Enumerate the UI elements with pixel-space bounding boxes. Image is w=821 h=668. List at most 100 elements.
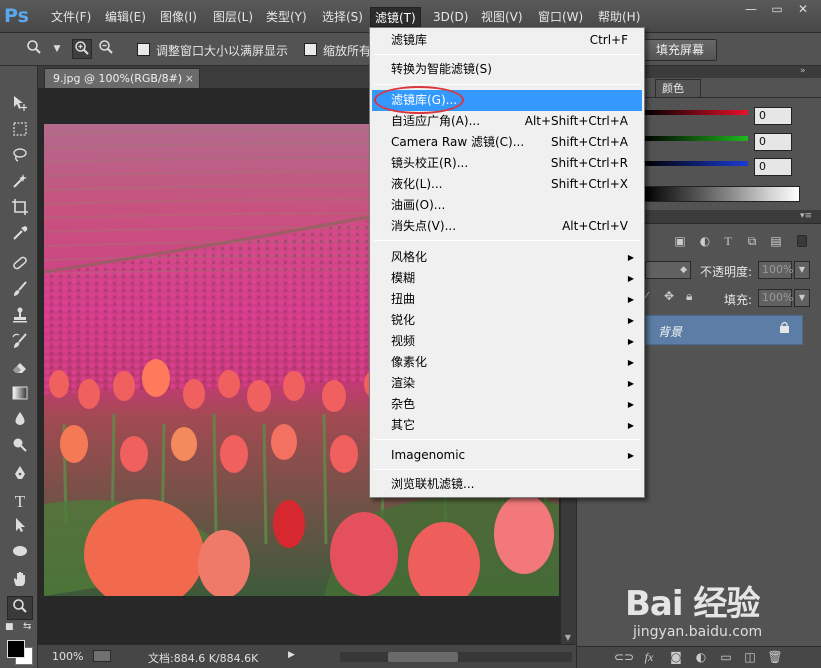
horizontal-scroll-thumb[interactable] xyxy=(388,652,458,662)
menu-item-render[interactable]: 渲染 ▶ xyxy=(372,373,642,394)
menu-item-pixelate[interactable]: 像素化 ▶ xyxy=(372,352,642,373)
type-tool-icon[interactable]: T xyxy=(7,490,33,514)
opacity-input[interactable]: 100% xyxy=(758,261,793,279)
menu-item-convert-smart-filter[interactable]: 转换为智能滤镜(S) xyxy=(372,59,642,80)
menu-item-lens-correction[interactable]: 镜头校正(R)... Shift+Ctrl+R xyxy=(372,153,642,174)
type-filter-icon[interactable]: T xyxy=(720,233,736,249)
menu-select[interactable]: 选择(S) xyxy=(320,7,365,27)
add-mask-icon[interactable]: ◙ xyxy=(668,649,684,665)
image-filter-icon[interactable]: ▣ xyxy=(672,233,688,249)
chevron-down-icon[interactable]: ▼ xyxy=(794,261,810,279)
lock-pixels-icon[interactable]: ⁄ xyxy=(645,290,647,304)
green-value-input[interactable]: 0 xyxy=(754,133,792,151)
group-icon[interactable]: ▭ xyxy=(718,649,734,665)
menu-item-distort[interactable]: 扭曲 ▶ xyxy=(372,289,642,310)
menu-item-adaptive-wide-angle[interactable]: 自适应广角(A)... Alt+Shift+Ctrl+A xyxy=(372,111,642,132)
fill-screen-button[interactable]: 填充屏幕 xyxy=(643,39,718,61)
zoom-level[interactable]: 100% xyxy=(52,650,83,663)
menu-item-sharpen[interactable]: 锐化 ▶ xyxy=(372,310,642,331)
adjustment-layer-icon[interactable]: ◐ xyxy=(693,649,709,665)
filter-toggle[interactable] xyxy=(797,235,807,247)
shape-filter-icon[interactable]: ⧉ xyxy=(744,233,760,249)
gradient-tool-icon[interactable] xyxy=(7,384,33,408)
chevron-down-icon[interactable]: ▼ xyxy=(47,39,67,59)
dodge-tool-icon[interactable] xyxy=(7,436,33,460)
move-tool-icon[interactable] xyxy=(7,94,33,118)
pen-tool-icon[interactable] xyxy=(7,464,33,488)
blend-mode-select[interactable]: ◆ xyxy=(645,261,691,279)
blue-slider[interactable] xyxy=(644,161,748,166)
menu-window[interactable]: 窗口(W) xyxy=(536,7,585,27)
clone-stamp-icon[interactable] xyxy=(7,306,33,330)
fill-input[interactable]: 100% xyxy=(758,289,793,307)
healing-brush-icon[interactable] xyxy=(7,254,33,278)
default-colors-icon[interactable]: ■ xyxy=(5,622,19,634)
close-icon[interactable]: × xyxy=(185,69,194,88)
new-layer-icon[interactable]: ◫ xyxy=(742,649,758,665)
menu-item-camera-raw[interactable]: Camera Raw 滤镜(C)... Shift+Ctrl+A xyxy=(372,132,642,153)
zoom-all-checkbox[interactable] xyxy=(304,43,317,56)
menu-image[interactable]: 图像(I) xyxy=(158,7,199,27)
menu-edit[interactable]: 编辑(E) xyxy=(103,7,148,27)
blur-tool-icon[interactable] xyxy=(7,410,33,434)
proof-icon[interactable] xyxy=(93,650,111,662)
marquee-tool-icon[interactable] xyxy=(7,120,33,144)
chevron-down-icon[interactable]: ▼ xyxy=(794,289,810,307)
zoom-out-icon[interactable] xyxy=(96,39,116,59)
eraser-icon[interactable] xyxy=(7,358,33,382)
menu-view[interactable]: 视图(V) xyxy=(479,7,525,27)
swap-colors-icon[interactable]: ⇆ xyxy=(23,621,37,633)
ellipse-tool-icon[interactable] xyxy=(7,542,33,566)
menu-file[interactable]: 文件(F) xyxy=(49,7,93,27)
path-selection-icon[interactable] xyxy=(7,516,33,540)
magic-wand-icon[interactable] xyxy=(7,172,33,196)
crop-tool-icon[interactable] xyxy=(7,198,33,222)
menu-item-other[interactable]: 其它 ▶ xyxy=(372,415,642,436)
fx-icon[interactable]: fx xyxy=(641,649,657,665)
menu-item-noise[interactable]: 杂色 ▶ xyxy=(372,394,642,415)
scroll-down-icon[interactable]: ▼ xyxy=(562,633,574,643)
menu-item-blur[interactable]: 模糊 ▶ xyxy=(372,268,642,289)
menu-3d[interactable]: 3D(D) xyxy=(431,7,470,27)
menu-filter[interactable]: 滤镜(T) xyxy=(370,7,421,27)
lasso-tool-icon[interactable] xyxy=(7,146,33,170)
play-arrow-icon[interactable]: ▶ xyxy=(288,650,295,660)
brush-tool-icon[interactable] xyxy=(7,280,33,304)
adjustment-filter-icon[interactable]: ◐ xyxy=(697,233,713,249)
document-tab[interactable]: 9.jpg @ 100%(RGB/8#) × xyxy=(44,68,200,88)
delete-layer-icon[interactable]: 🗑︎ xyxy=(767,649,783,665)
foreground-color-swatch[interactable] xyxy=(7,640,25,658)
menu-item-browse-online-filters[interactable]: 浏览联机滤镜... xyxy=(372,474,642,495)
red-value-input[interactable]: 0 xyxy=(754,107,792,125)
zoom-tool-icon[interactable] xyxy=(7,596,33,620)
zoom-tool-preset-icon[interactable] xyxy=(24,39,44,59)
menu-type[interactable]: 类型(Y) xyxy=(264,7,309,27)
menu-help[interactable]: 帮助(H) xyxy=(596,7,642,27)
fit-window-checkbox[interactable] xyxy=(137,43,150,56)
menu-item-vanishing-point[interactable]: 消失点(V)... Alt+Ctrl+V xyxy=(372,216,642,237)
zoom-in-icon[interactable] xyxy=(72,39,92,59)
lock-position-icon[interactable]: ✥ xyxy=(664,289,674,303)
lock-all-icon[interactable]: 🔒︎ xyxy=(686,289,692,304)
color-panel-tab[interactable]: 颜色 xyxy=(655,79,701,97)
menu-item-oil-paint[interactable]: 油画(O)... xyxy=(372,195,642,216)
blue-value-input[interactable]: 0 xyxy=(754,158,792,176)
close-icon[interactable]: ✕ xyxy=(792,1,814,17)
link-layers-icon[interactable]: ⊂⊃ xyxy=(614,649,634,665)
red-slider[interactable] xyxy=(644,110,748,115)
menu-item-imagenomic[interactable]: Imagenomic ▶ xyxy=(372,445,642,466)
smart-object-filter-icon[interactable]: ▤ xyxy=(768,233,784,249)
menu-item-video[interactable]: 视频 ▶ xyxy=(372,331,642,352)
menu-item-last-filter[interactable]: 滤镜库 Ctrl+F xyxy=(372,30,642,51)
layer-row-background[interactable]: 背景 xyxy=(645,315,803,345)
menu-layer[interactable]: 图层(L) xyxy=(211,7,255,27)
history-brush-icon[interactable] xyxy=(7,332,33,356)
green-slider[interactable] xyxy=(644,136,748,141)
restore-icon[interactable]: ▭ xyxy=(766,1,788,17)
color-spectrum-bar[interactable] xyxy=(644,186,800,202)
menu-item-stylize[interactable]: 风格化 ▶ xyxy=(372,247,642,268)
menu-item-liquify[interactable]: 液化(L)... Shift+Ctrl+X xyxy=(372,174,642,195)
eyedropper-icon[interactable] xyxy=(7,224,33,248)
hand-tool-icon[interactable] xyxy=(7,570,33,594)
collapse-icon[interactable]: » xyxy=(800,66,806,76)
